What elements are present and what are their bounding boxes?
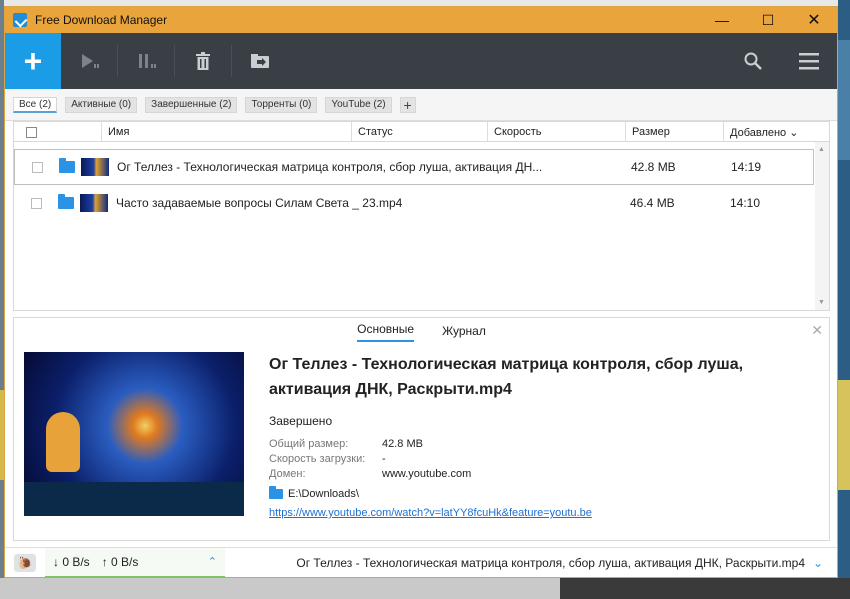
search-icon — [744, 52, 762, 70]
video-thumbnail — [80, 194, 108, 212]
table-scrollbar[interactable]: ▲ ▼ — [815, 142, 829, 310]
row-name: Часто задаваемые вопросы Силам Света _ 2… — [116, 196, 403, 210]
filter-completed[interactable]: Завершенные (2) — [145, 96, 238, 113]
tab-log[interactable]: Журнал — [442, 324, 486, 342]
total-size-label: Общий размер: — [269, 438, 349, 450]
row-checkbox-cell — [14, 197, 52, 209]
downloads-table: Имя Статус Скорость Размер Добавлено ⌄ О… — [13, 121, 830, 311]
tab-general[interactable]: Основные — [357, 322, 415, 342]
search-button[interactable] — [725, 33, 781, 89]
pause-button[interactable] — [118, 33, 174, 89]
row-size: 42.8 MB — [631, 160, 676, 174]
filter-bar: Все (2) Активные (0) Завершенные (2) Тор… — [5, 89, 837, 121]
row-checkbox[interactable] — [31, 161, 43, 173]
close-panel-icon[interactable]: ✕ — [811, 322, 823, 339]
menu-button[interactable] — [781, 33, 837, 89]
file-name: Ог Теллез - Технологическая матрица конт… — [269, 356, 744, 398]
download-speed-value: - — [382, 453, 386, 465]
column-size[interactable]: Размер — [626, 122, 724, 142]
filter-youtube[interactable]: YouTube (2) — [325, 96, 392, 113]
row-name: Ог Теллез - Технологическая матрица конт… — [117, 160, 543, 174]
filter-active[interactable]: Активные (0) — [65, 96, 138, 113]
toolbar-right — [725, 33, 837, 89]
close-button[interactable]: ✕ — [791, 7, 837, 33]
download-speed-label: Скорость загрузки: — [269, 453, 366, 465]
speed-indicator[interactable]: ↓ 0 B/s ↑ 0 B/s ⌃ — [45, 547, 225, 578]
scroll-up-icon[interactable]: ▲ — [818, 146, 825, 153]
download-speed: ↓ 0 B/s — [53, 554, 90, 569]
move-to-folder-button[interactable] — [232, 33, 288, 89]
resume-button[interactable] — [61, 33, 117, 89]
desktop-background-right — [838, 0, 850, 599]
detail-total-size: Общий размер: 42.8 MB — [269, 438, 423, 450]
add-download-button[interactable]: + — [5, 33, 61, 89]
hamburger-menu-icon — [799, 52, 819, 70]
table-row[interactable]: Ог Теллез - Технологическая матрица конт… — [14, 149, 814, 185]
desktop-background-bottom — [0, 578, 850, 599]
folder-icon — [269, 486, 283, 499]
upload-speed: ↑ 0 B/s — [101, 554, 139, 569]
speed-limit-button[interactable]: 🐌 — [5, 548, 45, 578]
row-checkbox[interactable] — [30, 197, 42, 209]
chevron-up-icon[interactable]: ⌃ — [208, 555, 217, 568]
row-added: 14:10 — [730, 196, 761, 210]
app-logo-icon — [13, 13, 27, 27]
delete-button[interactable] — [175, 33, 231, 89]
trash-icon — [195, 52, 211, 70]
detail-domain: Домен: www.youtube.com — [269, 468, 471, 480]
details-tabs: Основные Журнал — [14, 318, 829, 342]
video-thumbnail — [81, 158, 109, 176]
source-url-link[interactable]: https://www.youtube.com/watch?v=latYY8fc… — [269, 507, 592, 519]
filter-torrents[interactable]: Торренты (0) — [245, 96, 318, 113]
status-bar: 🐌 ↓ 0 B/s ↑ 0 B/s ⌃ Ог Теллез - Технолог… — [5, 547, 837, 578]
details-panel: Основные Журнал ✕ Ог Теллез - Технологич… — [13, 317, 830, 541]
folder-icon[interactable] — [58, 194, 74, 209]
toolbar: + — [5, 33, 837, 89]
minimize-button[interactable]: — — [699, 7, 745, 33]
preview-figure — [46, 412, 80, 472]
detail-download-speed: Скорость загрузки: - — [269, 453, 386, 465]
save-path[interactable]: E:\Downloads\ — [269, 486, 359, 500]
app-window: Free Download Manager — ☐ ✕ + Все (2) Ак… — [4, 6, 838, 578]
column-added[interactable]: Добавлено ⌄ — [724, 122, 827, 142]
domain-label: Домен: — [269, 468, 306, 480]
total-size-value: 42.8 MB — [382, 438, 423, 450]
play-icon — [79, 52, 99, 70]
column-name[interactable]: Имя — [102, 122, 352, 142]
add-filter-button[interactable]: + — [399, 96, 416, 113]
filter-all[interactable]: Все (2) — [13, 96, 58, 113]
chevron-down-icon[interactable]: ⌄ — [813, 556, 831, 570]
maximize-button[interactable]: ☐ — [745, 7, 791, 33]
folder-icon[interactable] — [59, 158, 75, 173]
folder-move-icon — [250, 53, 270, 69]
title-bar[interactable]: Free Download Manager — ☐ ✕ — [5, 7, 837, 33]
window-controls: — ☐ ✕ — [699, 7, 837, 33]
table-row[interactable]: Часто задаваемые вопросы Силам Света _ 2… — [14, 185, 814, 221]
download-status: Завершено — [269, 414, 333, 428]
save-path-text: E:\Downloads\ — [288, 488, 359, 500]
domain-value: www.youtube.com — [382, 468, 472, 480]
column-speed[interactable]: Скорость — [488, 122, 626, 142]
window-title: Free Download Manager — [35, 13, 168, 27]
scroll-down-icon[interactable]: ▼ — [818, 299, 825, 306]
select-all-checkbox[interactable] — [26, 126, 37, 138]
current-file: Ог Теллез - Технологическая матрица конт… — [296, 555, 805, 570]
video-preview-image — [24, 352, 244, 516]
preview-ground — [24, 482, 244, 516]
row-checkbox-cell — [15, 161, 53, 173]
pause-icon — [136, 52, 156, 70]
snail-icon: 🐌 — [14, 553, 36, 572]
row-size: 46.4 MB — [630, 196, 675, 210]
column-status[interactable]: Статус — [352, 122, 488, 142]
row-added: 14:19 — [731, 160, 762, 174]
select-all-cell — [14, 122, 102, 142]
table-header: Имя Статус Скорость Размер Добавлено ⌄ — [14, 122, 829, 142]
